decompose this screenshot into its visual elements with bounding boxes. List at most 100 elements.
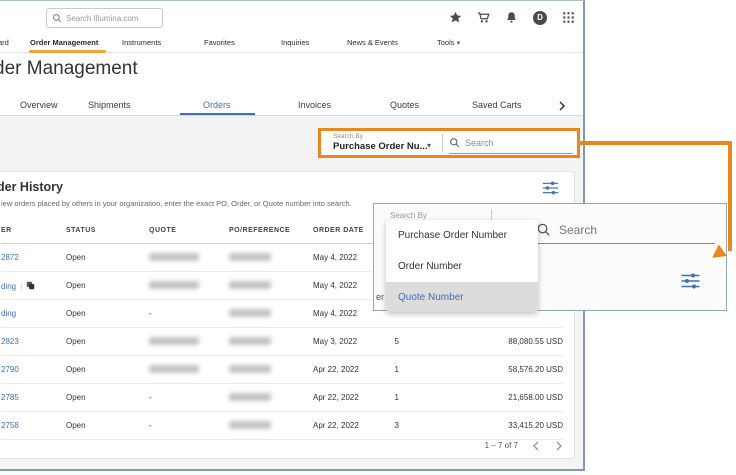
search-by-options-menu: Purchase Order Number Order Number Quote…: [386, 220, 538, 312]
nav-item-favorites[interactable]: Favorites: [204, 38, 235, 47]
redacted-value: [229, 281, 271, 289]
order-amount: 33,415.20 USD: [399, 421, 564, 430]
popup-search-box[interactable]: [536, 216, 715, 244]
tab-quotes[interactable]: Quotes: [390, 100, 419, 110]
order-search-input[interactable]: [465, 138, 560, 148]
page-title: der Management: [0, 58, 138, 80]
search-by-zoom-popup: Search By er in Purchase Order Number Or…: [373, 203, 727, 311]
section-tabs: Overview Shipments Orders Invoices Quote…: [0, 94, 583, 116]
order-link[interactable]: 2823: [1, 337, 19, 346]
main-navbar: ard Order Management Instruments Favorit…: [0, 34, 583, 53]
global-search-box[interactable]: [46, 8, 163, 28]
divider: [442, 134, 443, 153]
tab-invoices[interactable]: Invoices: [298, 100, 331, 110]
order-date: May 4, 2022: [313, 281, 379, 290]
tab-shipments[interactable]: Shipments: [88, 100, 131, 110]
table-row: 2785 Open - Apr 22, 2022 1 21,658.00 USD: [1, 384, 564, 412]
nav-item-tools[interactable]: Tools ▾: [437, 38, 460, 47]
order-link[interactable]: 2790: [1, 365, 19, 374]
menu-item-order-number[interactable]: Order Number: [386, 251, 538, 282]
column-header-quote: QUOTE: [149, 227, 229, 234]
order-quote: -: [149, 393, 229, 402]
user-avatar[interactable]: D: [533, 11, 547, 25]
filter-sliders-icon[interactable]: [680, 272, 701, 290]
nav-item-dashboard[interactable]: ard: [0, 38, 9, 47]
order-search-box[interactable]: [449, 132, 573, 154]
tabs-overflow-chevron-icon[interactable]: [558, 99, 566, 111]
order-status: Open: [66, 253, 149, 262]
redacted-value: [229, 253, 271, 261]
search-by-label: Search By: [333, 133, 363, 140]
order-link[interactable]: 2758: [1, 421, 19, 430]
order-quote: [149, 253, 229, 263]
table-row: 2823 Open May 3, 2022 5 88,080.55 USD: [1, 328, 564, 356]
pagination-prev-icon[interactable]: [532, 439, 541, 451]
redacted-value: [149, 365, 199, 373]
redacted-value: [149, 281, 199, 289]
order-status: Open: [66, 281, 149, 290]
order-date: May 4, 2022: [313, 309, 379, 318]
chevron-down-icon[interactable]: ▾: [427, 141, 431, 150]
callout-line-horizontal: [580, 141, 732, 145]
order-quote: -: [149, 309, 229, 318]
duplicate-order-icon[interactable]: [26, 282, 35, 291]
chevron-down-icon: ▾: [457, 40, 461, 47]
global-search-input[interactable]: [66, 14, 156, 23]
order-date: May 3, 2022: [313, 337, 379, 346]
order-number-cell: 2872: [1, 253, 66, 262]
order-history-title: der History: [0, 180, 63, 194]
order-po-reference: [229, 365, 313, 375]
order-link[interactable]: 2785: [1, 393, 19, 402]
search-icon: [536, 222, 551, 237]
redacted-value: [229, 337, 271, 345]
screenshot-canvas: D ard Order Management Instruments Favor…: [0, 0, 736, 475]
order-amount: 58,576.20 USD: [399, 365, 564, 374]
pagination: 1 – 7 of 7: [1, 436, 564, 454]
column-header-order: ER: [1, 227, 66, 234]
order-link[interactable]: ding: [1, 282, 16, 291]
table-row: 2790 Open Apr 22, 2022 1 58,576.20 USD: [1, 356, 564, 384]
app-grid-icon[interactable]: [562, 11, 575, 24]
order-link[interactable]: ding: [1, 309, 16, 318]
search-icon: [449, 137, 460, 148]
filter-sliders-icon[interactable]: [542, 180, 559, 196]
order-status: Open: [66, 365, 149, 374]
tab-saved-carts[interactable]: Saved Carts: [472, 100, 522, 110]
tab-orders[interactable]: Orders: [203, 100, 231, 110]
order-po-reference: [229, 337, 313, 347]
order-history-description: iew orders placed by others in your orga…: [1, 199, 352, 208]
redacted-value: [229, 365, 271, 373]
search-icon: [52, 13, 62, 23]
order-number-cell: ding|: [1, 281, 66, 291]
nav-item-order-management[interactable]: Order Management: [30, 38, 98, 47]
search-by-dropdown[interactable]: Purchase Order Nu...: [333, 141, 428, 152]
cart-icon[interactable]: [477, 11, 490, 24]
order-status: Open: [66, 421, 149, 430]
order-amount: 21,658.00 USD: [399, 393, 564, 402]
order-number-cell: 2758: [1, 421, 66, 430]
order-po-reference: [229, 309, 313, 319]
redacted-value: [149, 337, 199, 345]
notifications-bell-icon[interactable]: [505, 11, 518, 24]
order-po-reference: [229, 281, 313, 291]
search-by-control-highlighted: Search By Purchase Order Nu... ▾: [318, 128, 580, 158]
menu-item-purchase-order-number[interactable]: Purchase Order Number: [386, 220, 538, 251]
order-date: Apr 22, 2022: [313, 421, 379, 430]
topbar-icons: D: [449, 1, 575, 34]
order-po-reference: [229, 253, 313, 263]
nav-item-instruments[interactable]: Instruments: [122, 38, 161, 47]
order-date: Apr 22, 2022: [313, 365, 379, 374]
redacted-value: [149, 253, 199, 261]
tab-overview[interactable]: Overview: [20, 100, 58, 110]
order-number-cell: 2785: [1, 393, 66, 402]
nav-item-inquiries[interactable]: Inquiries: [281, 38, 309, 47]
popup-search-input[interactable]: [559, 223, 699, 237]
column-header-po-reference: PO/REFERENCE: [229, 227, 313, 234]
redacted-value: [229, 393, 271, 401]
column-header-status: STATUS: [66, 227, 149, 234]
order-link[interactable]: 2872: [1, 253, 19, 262]
favorites-star-icon[interactable]: [449, 11, 462, 24]
nav-item-news-events[interactable]: News & Events: [347, 38, 398, 47]
pagination-next-icon[interactable]: [555, 439, 564, 451]
menu-item-quote-number[interactable]: Quote Number: [386, 282, 538, 312]
